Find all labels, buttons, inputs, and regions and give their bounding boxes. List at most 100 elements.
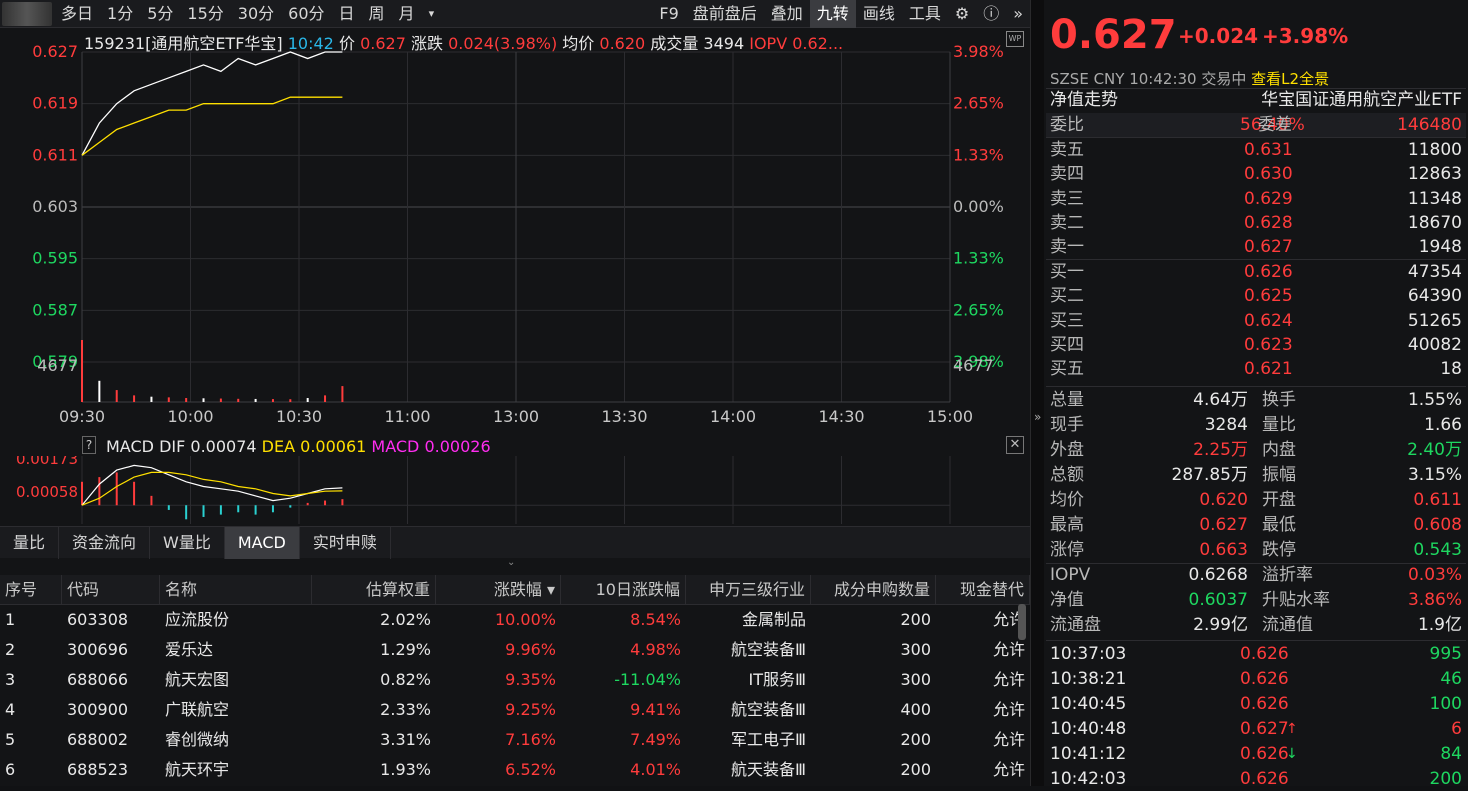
row-name: 广联航空 [165,700,230,719]
period-15min[interactable]: 15分 [180,0,230,28]
header-code[interactable]: 代码 [62,575,160,604]
close-icon[interactable]: ✕ [1006,436,1024,454]
header-weight[interactable]: 估算权重 [312,575,436,604]
row-change: 7.16% [505,730,556,749]
ask-level[interactable]: 卖四 0.630 12863 [1050,162,1462,186]
ask-level[interactable]: 卖一 0.627 1948 [1050,235,1462,259]
overlay-button[interactable]: 叠加 [764,0,810,28]
table-row[interactable]: 5 688002 睿创微纳 3.31% 7.16% 7.49% 军工电子Ⅲ 200 允许 [0,725,1030,755]
nav-trend-row: 净值走势 华宝国证通用航空产业ETF [1050,88,1462,112]
stat-label: 现手 [1050,415,1084,435]
table-row[interactable]: 2 300696 爱乐达 1.29% 9.96% 4.98% 航空装备Ⅲ 300 允许 [0,635,1030,665]
chevron-right-icon[interactable]: » [1034,410,1041,424]
row-cash-substitute: 允许 [992,700,1025,719]
header-10d-change[interactable]: 10日涨跌幅 [561,575,686,604]
row-code: 688523 [67,760,129,779]
tick-time: 10:38:21 [1050,669,1127,689]
tab-volume-ratio[interactable]: 量比 [0,527,60,559]
bid-level[interactable]: 买二 0.625 64390 [1050,284,1462,308]
stat-value: 2.40万 [1407,440,1462,460]
tab-w-volume-ratio[interactable]: W量比 [150,527,225,559]
tick-row: 10:42:03 0.626 200 [1050,767,1462,791]
premarket-button[interactable]: 盘前盘后 [686,0,764,28]
bid-level[interactable]: 买四 0.623 40082 [1050,333,1462,357]
help-icon[interactable]: ⓘ [976,0,1006,28]
draw-line-button[interactable]: 画线 [856,0,902,28]
period-week[interactable]: 周 [362,0,392,28]
header-index[interactable]: 序号 [0,575,62,604]
row-industry: IT服务Ⅲ [748,670,806,689]
header-subscription-qty[interactable]: 成分申购数量 [811,575,936,604]
period-5min[interactable]: 5分 [140,0,180,28]
tools-button[interactable]: 工具 [902,0,948,28]
dif-label: DIF [159,437,186,456]
header-cash-substitute[interactable]: 现金替代 [936,575,1030,604]
td-sequential-button[interactable]: 九转 [809,0,856,28]
header-name[interactable]: 名称 [160,575,312,604]
row-cash-substitute: 允许 [992,730,1025,749]
bid-level[interactable]: 买一 0.626 47354 [1050,260,1462,284]
level-volume: 64390 [1407,286,1462,307]
constituents-table: 序号 代码 名称 估算权重 涨跌幅 ▾ 10日涨跌幅 申万三级行业 成分申购数量… [0,575,1030,785]
period-month[interactable]: 月 [392,0,422,28]
stat-label: 外盘 [1050,440,1084,460]
period-1min[interactable]: 1分 [100,0,140,28]
row-code: 688002 [67,730,129,749]
intraday-chart[interactable]: 0.627 3.98% 0.619 2.65% 0.611 1.33% 0.603 0.00%… [0,40,1030,430]
tab-capital-flow[interactable]: 资金流向 [59,527,151,559]
level-label: 卖五 [1050,140,1084,160]
period-more-dropdown[interactable]: ▾ [422,0,442,28]
tab-realtime-subscription[interactable]: 实时申赎 [300,527,391,559]
volume-bar [98,380,101,402]
nav-trend-link[interactable]: 净值走势 [1050,88,1118,112]
tick-price: 0.626 [1240,669,1289,689]
panel-divider[interactable]: » [1030,0,1044,786]
tick-row: 10:38:21 0.626 46 [1050,667,1462,691]
volume-bar [202,398,205,402]
period-multiday[interactable]: 多日 [54,0,100,28]
table-row[interactable]: 4 300900 广联航空 2.33% 9.25% 9.41% 航空装备Ⅲ 400 允许 [0,695,1030,725]
macd-help-button[interactable]: ? [82,436,96,454]
row-cash-substitute: 允许 [992,640,1025,659]
table-row[interactable]: 1 603308 应流股份 2.02% 10.00% 8.54% 金属制品 200 允许 [0,605,1030,635]
row-code: 688066 [67,670,129,689]
x-tick: 14:00 [710,407,756,426]
bid-level[interactable]: 买三 0.624 51265 [1050,309,1462,333]
period-30min[interactable]: 30分 [231,0,281,28]
weicha-label: 委差 [1258,115,1292,135]
row-name: 航天宏图 [165,670,230,689]
ask-level[interactable]: 卖二 0.628 18670 [1050,211,1462,235]
stat-value: 4.64万 [1193,390,1248,410]
period-day[interactable]: 日 [332,0,362,28]
tick-time: 10:41:12 [1050,744,1127,764]
bid-level[interactable]: 买五 0.621 18 [1050,357,1462,381]
dif-value: 0.00074 [190,437,257,456]
stat-label: 流通盘 [1050,615,1101,635]
stat-row: IOPV 0.6268 溢折率 0.03% [1050,563,1462,587]
table-row[interactable]: 3 688066 航天宏图 0.82% 9.35% -11.04% IT服务Ⅲ 300 允许 [0,665,1030,695]
toolbar-thumbnail[interactable] [2,1,52,26]
l2-panorama-link[interactable]: 查看L2全景 [1251,70,1329,88]
x-tick: 09:30 [59,407,105,426]
tab-macd[interactable]: MACD [224,527,300,559]
table-row[interactable]: 6 688523 航天环宇 1.93% 6.52% 4.01% 航天装备Ⅲ 200 允许 [0,755,1030,785]
level-label: 卖三 [1050,188,1084,209]
table-scrollbar[interactable] [1018,604,1026,640]
stat-row: 现手 3284 量比 1.66 [1050,413,1462,437]
table-header: 序号 代码 名称 估算权重 涨跌幅 ▾ 10日涨跌幅 申万三级行业 成分申购数量… [0,575,1030,605]
stat-value: 3284 [1204,415,1248,435]
macd-chart[interactable]: 0.00173 0.00058 [0,456,1030,526]
ask-level[interactable]: 卖五 0.631 11800 [1050,138,1462,162]
level-volume: 18 [1440,359,1462,380]
level-volume: 47354 [1407,262,1462,282]
ask-level[interactable]: 卖三 0.629 11348 [1050,187,1462,211]
chevron-down-icon[interactable]: ⌄ [507,557,515,568]
period-60min[interactable]: 60分 [281,0,331,28]
double-chevron-right-icon[interactable]: » [1006,0,1030,28]
gear-icon[interactable]: ⚙ [948,0,976,28]
f9-button[interactable]: F9 [652,0,685,28]
header-industry[interactable]: 申万三级行业 [686,575,811,604]
y-tick-left: 0.587 [32,300,78,319]
header-change[interactable]: 涨跌幅 ▾ [436,575,561,604]
level-price: 0.631 [1244,140,1293,160]
